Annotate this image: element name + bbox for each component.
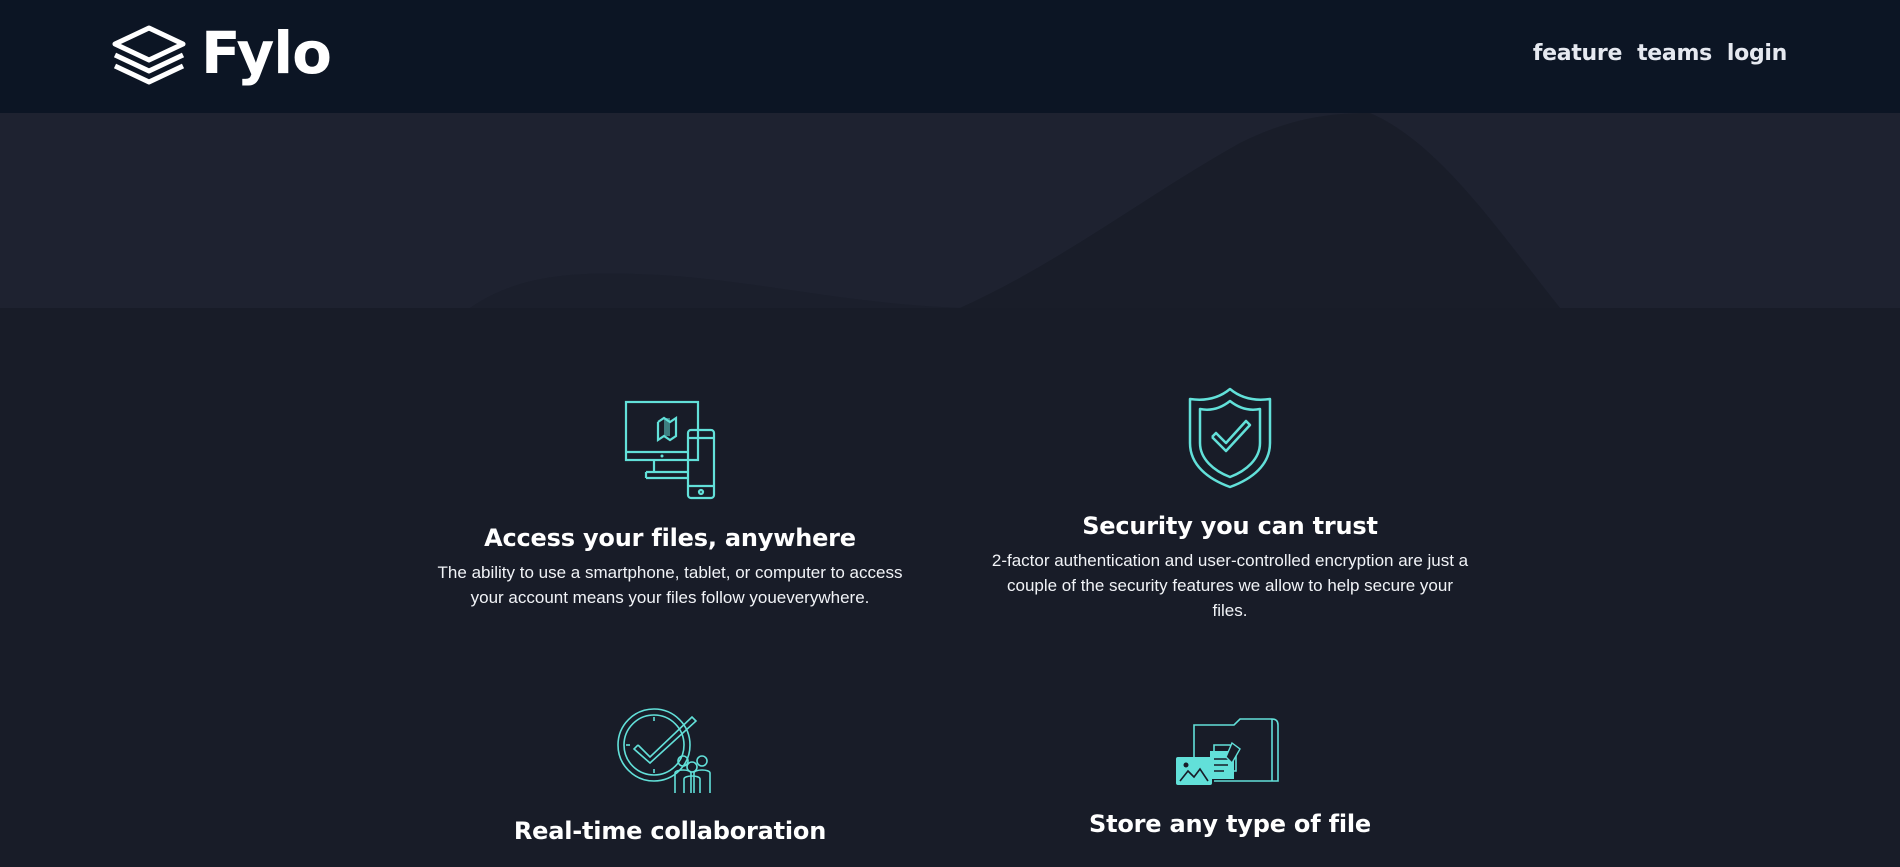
feature-security: Security you can trust 2-factor authenti… bbox=[990, 387, 1470, 623]
layers-icon bbox=[112, 25, 186, 85]
devices-icon bbox=[624, 400, 716, 500]
feature-title: Store any type of file bbox=[1089, 810, 1371, 838]
nav-link-login[interactable]: login bbox=[1727, 41, 1787, 66]
shield-check-icon bbox=[1188, 387, 1272, 489]
feature-store-files: Store any type of file bbox=[990, 715, 1470, 846]
feature-description: 2-factor authentication and user-control… bbox=[991, 551, 1469, 620]
folder-files-icon bbox=[1176, 718, 1279, 785]
brand-name: Fylo bbox=[201, 19, 332, 87]
feature-description: The ability to use a smartphone, tablet,… bbox=[437, 563, 903, 607]
hero-background bbox=[0, 113, 1900, 313]
feature-title: Real-time collaboration bbox=[513, 817, 827, 845]
feature-title: Security you can trust bbox=[1082, 512, 1378, 540]
main-nav: feature teams login bbox=[1533, 41, 1787, 66]
feature-collaboration: Real-time collaboration bbox=[420, 707, 920, 853]
nav-link-feature[interactable]: feature bbox=[1533, 41, 1622, 66]
collaboration-icon bbox=[617, 708, 711, 793]
feature-title: Access your files, anywhere bbox=[484, 524, 856, 552]
feature-access-files: Access your files, anywhere The ability … bbox=[420, 400, 920, 610]
brand-logo[interactable]: Fylo bbox=[111, 19, 332, 88]
nav-link-teams[interactable]: teams bbox=[1637, 41, 1712, 66]
site-header: Fylo feature teams login bbox=[0, 0, 1900, 113]
